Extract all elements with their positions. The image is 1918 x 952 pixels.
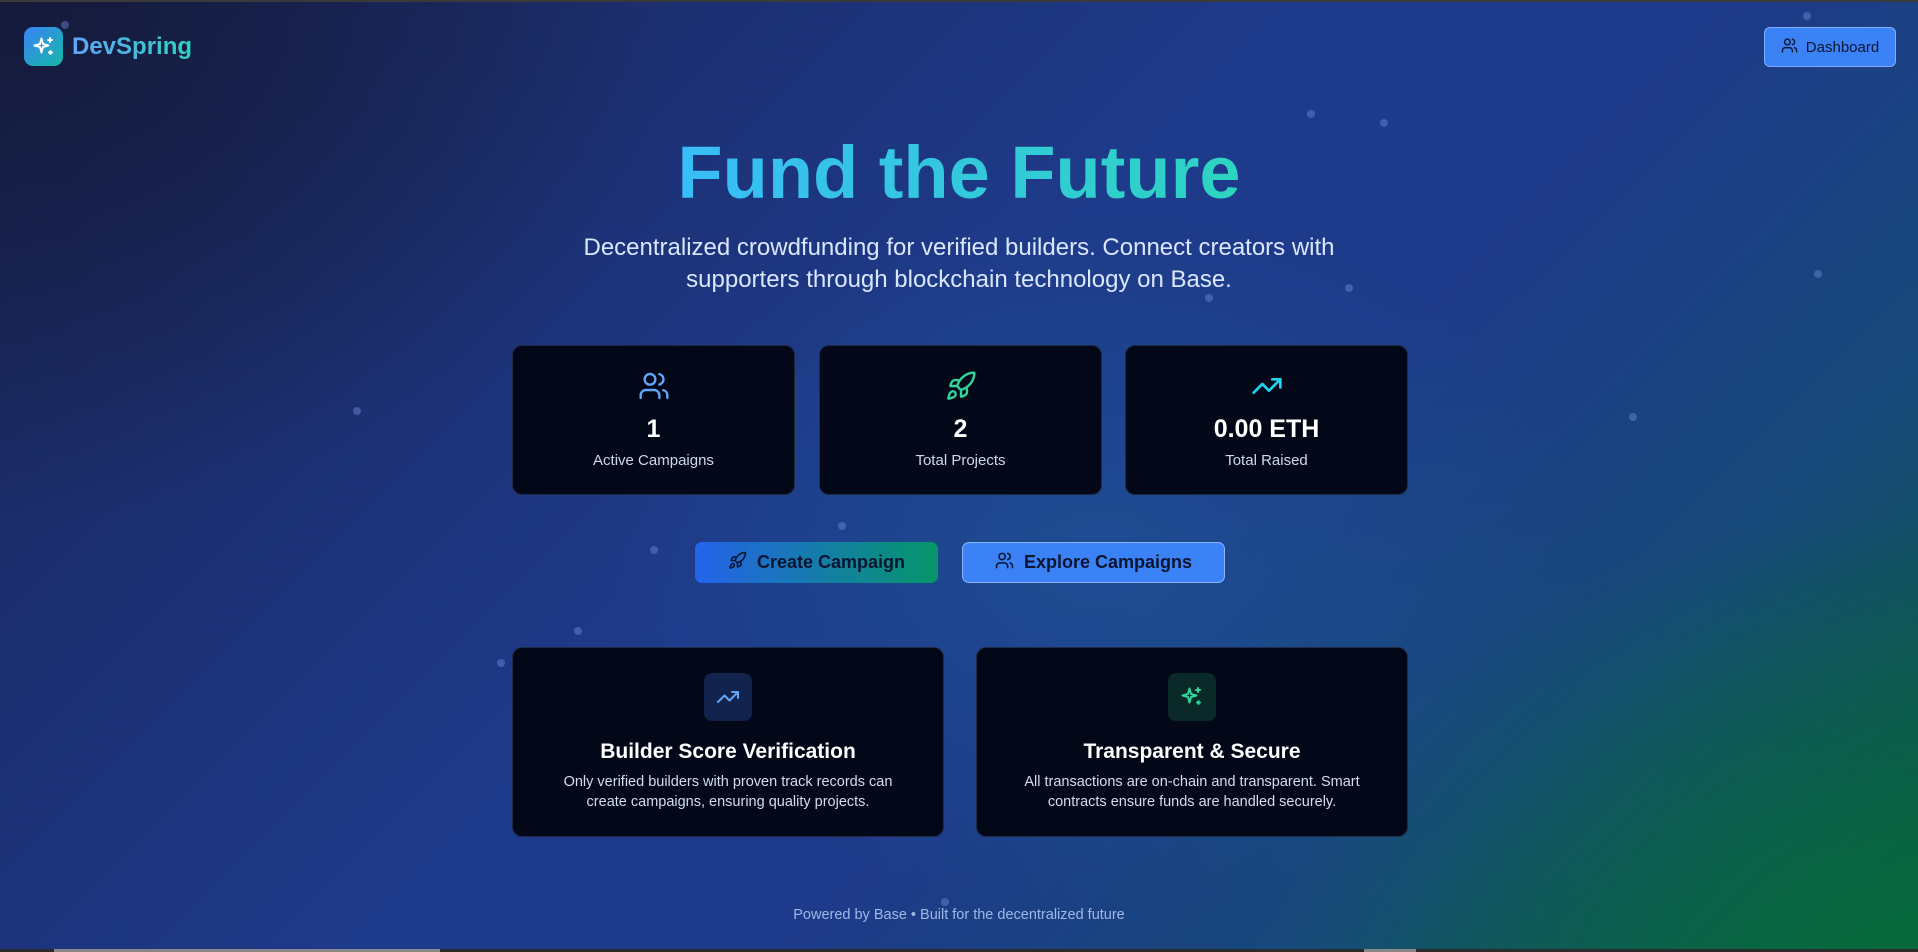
rocket-icon	[728, 551, 747, 575]
create-campaign-button[interactable]: Create Campaign	[695, 542, 938, 583]
feature-title: Builder Score Verification	[600, 740, 856, 763]
users-icon	[513, 370, 794, 402]
trending-up-icon	[704, 673, 752, 721]
stat-value: 0.00 ETH	[1213, 415, 1320, 443]
stat-label: Total Raised	[1225, 452, 1308, 469]
background-particle	[650, 546, 658, 554]
explore-campaigns-label: Explore Campaigns	[1023, 552, 1193, 572]
window-top-border	[0, 0, 1918, 2]
background-particle	[497, 659, 505, 667]
background-particle	[1629, 413, 1637, 421]
footer-text: Powered by Base • Built for the decentra…	[793, 907, 1125, 923]
background-particle	[1380, 119, 1388, 127]
background-particle	[1803, 12, 1811, 20]
stat-card-total-projects: 2 Total Projects	[819, 345, 1102, 495]
background-particle	[1307, 110, 1315, 118]
create-campaign-label: Create Campaign	[756, 552, 906, 572]
feature-description: All transactions are on-chain and transp…	[1024, 774, 1360, 810]
background-particle	[838, 522, 846, 530]
feature-card-builder-score: Builder Score Verification Only verified…	[512, 647, 944, 837]
sparkles-icon	[1168, 673, 1216, 721]
background-particle	[574, 627, 582, 635]
stat-card-active-campaigns: 1 Active Campaigns	[512, 345, 795, 495]
dashboard-button-label: Dashboard	[1805, 38, 1880, 56]
rocket-icon	[820, 370, 1101, 402]
background-particle	[1814, 270, 1822, 278]
users-icon	[1781, 37, 1798, 58]
stat-label: Active Campaigns	[593, 452, 714, 469]
stat-value: 1	[646, 415, 661, 443]
brand-name: DevSpring	[72, 32, 193, 60]
hero-title: Fund the Future	[677, 131, 1241, 214]
feature-description: Only verified builders with proven track…	[563, 774, 893, 810]
sparkles-icon	[24, 27, 63, 66]
stat-label: Total Projects	[915, 452, 1006, 469]
hero-subtitle: Decentralized crowdfunding for verified …	[583, 234, 1335, 293]
feature-title: Transparent & Secure	[1083, 740, 1301, 763]
stat-card-total-raised: 0.00 ETH Total Raised	[1125, 345, 1408, 495]
stat-value: 2	[953, 415, 968, 443]
dashboard-button[interactable]: Dashboard	[1764, 27, 1896, 67]
brand-logo[interactable]: DevSpring	[24, 27, 192, 66]
trending-up-icon	[1126, 370, 1407, 402]
users-icon	[995, 551, 1014, 575]
feature-card-transparent-secure: Transparent & Secure All transactions ar…	[976, 647, 1408, 837]
background-particle	[353, 407, 361, 415]
background-particle	[941, 898, 949, 906]
explore-campaigns-button[interactable]: Explore Campaigns	[962, 542, 1225, 583]
